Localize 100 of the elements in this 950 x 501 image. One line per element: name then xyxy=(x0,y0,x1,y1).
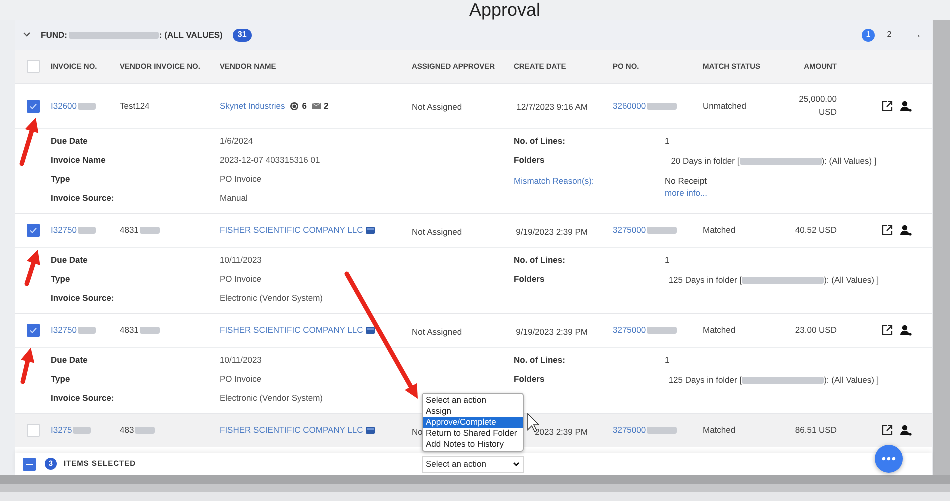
checkbox[interactable] xyxy=(23,458,36,470)
detail-value: No Receipt xyxy=(665,176,708,187)
detail-label: No. of Lines: xyxy=(514,355,566,366)
envelope-icon xyxy=(312,103,321,109)
table-cell: 4831 xyxy=(120,324,139,337)
user-icon[interactable] xyxy=(900,425,912,436)
redacted-text xyxy=(647,102,678,110)
user-icon[interactable] xyxy=(900,100,912,112)
annotation-arrow xyxy=(24,250,40,286)
table-cell: Test124 xyxy=(120,100,150,112)
open-external-icon[interactable] xyxy=(882,100,893,112)
menu-option[interactable]: Add Notes to History xyxy=(423,439,523,450)
table-cell: Not Assigned xyxy=(412,226,462,236)
dots-icon xyxy=(881,456,897,462)
po-link[interactable]: 3275000 xyxy=(613,424,646,437)
table-cell: 9/19/2023 2:39 PM xyxy=(516,226,588,236)
table-cell: 9/19/2023 2:39 PM xyxy=(516,326,588,336)
detail-value: PO Invoice xyxy=(220,274,262,285)
detail-label: Due Date xyxy=(51,355,88,366)
table-cell-text: Matched xyxy=(703,424,737,437)
detail-value: 1 xyxy=(665,355,670,366)
detail-label: No. of Lines: xyxy=(514,255,566,266)
detail-label: Invoice Source: xyxy=(51,393,114,404)
detail-value: 125 Days in folder [ xyxy=(668,275,742,285)
table-cell-text: Unmatched xyxy=(703,100,748,112)
more-info-link[interactable]: more info... xyxy=(665,188,708,199)
check-icon xyxy=(28,102,38,110)
table-cell-text: Matched xyxy=(703,324,737,337)
count-text: 6 xyxy=(302,100,307,112)
action-select[interactable]: Select an action xyxy=(422,456,524,473)
po-link[interactable]: 3260000 xyxy=(613,100,646,112)
detail-value: 125 Days in folder [ xyxy=(668,375,742,385)
user-icon[interactable] xyxy=(900,325,912,336)
count-text: 2 xyxy=(324,100,329,112)
detail-value: 1/6/2024 xyxy=(220,136,254,147)
chat-button[interactable] xyxy=(875,445,903,473)
open-external-icon[interactable] xyxy=(882,325,893,336)
chevron-icon xyxy=(513,462,520,467)
po-link[interactable]: 3275000 xyxy=(613,324,646,337)
table-cell-text: 86.51 USD xyxy=(794,424,837,437)
invoice-link[interactable]: I3275 xyxy=(51,424,72,437)
detail-label: Type xyxy=(51,274,70,285)
detail-label: Mismatch Reason(s): xyxy=(514,176,594,187)
invoice-link[interactable]: I32750 xyxy=(51,224,77,237)
detail-value: ): (All Values) ] xyxy=(824,275,880,285)
checkbox[interactable] xyxy=(26,60,40,73)
redacted-text xyxy=(78,227,96,234)
user-icon[interactable] xyxy=(900,225,912,236)
page-button[interactable]: 1 xyxy=(862,28,875,42)
table-cell: 12/7/2023 9:16 AM xyxy=(516,102,588,112)
coin-icon xyxy=(290,102,300,110)
menu-option[interactable]: Approve/Complete xyxy=(423,417,523,428)
annotation-arrow xyxy=(20,118,39,166)
vendor-link[interactable]: FISHER SCIENTIFIC COMPANY LLC xyxy=(220,224,364,237)
detail-value: 20 Days in folder [ xyxy=(671,156,740,166)
detail-label: Folders xyxy=(514,374,545,385)
redacted-text xyxy=(78,102,96,110)
next-page-button[interactable]: → xyxy=(912,28,922,42)
table-cell-text: 23.00 USD xyxy=(794,324,837,337)
table-cell: 483 xyxy=(120,424,134,437)
detail-label: Invoice Name xyxy=(51,155,106,166)
chevron-icon[interactable] xyxy=(23,32,31,38)
checkbox[interactable] xyxy=(26,324,40,337)
checkbox[interactable] xyxy=(26,224,40,237)
table-cell: Not Assigned xyxy=(412,326,462,336)
table-cell: Not Assigned xyxy=(412,102,462,112)
checkbox[interactable] xyxy=(26,100,40,112)
page-button[interactable]: 2 xyxy=(883,28,896,42)
redacted-text xyxy=(140,327,160,334)
vendor-link[interactable]: FISHER SCIENTIFIC COMPANY LLC xyxy=(220,324,364,337)
detail-value: PO Invoice xyxy=(220,374,262,385)
redacted-text xyxy=(140,227,160,234)
open-external-icon[interactable] xyxy=(882,225,893,236)
annotation-arrow xyxy=(20,348,35,384)
table-cell-text: 40.52 USD xyxy=(794,224,837,237)
redacted-text xyxy=(647,227,678,234)
redacted-text xyxy=(73,427,92,434)
detail-value: 10/11/2023 xyxy=(220,255,262,266)
card-icon xyxy=(366,227,376,234)
checkbox[interactable] xyxy=(26,424,40,437)
detail-label: No. of Lines: xyxy=(514,136,566,147)
menu-option[interactable]: Select an action xyxy=(423,395,523,406)
redacted-text xyxy=(135,427,156,434)
detail-value: 10/11/2023 xyxy=(220,355,262,366)
detail-value: PO Invoice xyxy=(220,174,262,185)
card-icon xyxy=(366,327,376,334)
vendor-link[interactable]: FISHER SCIENTIFIC COMPANY LLC xyxy=(220,424,364,437)
table-cell-text: Matched xyxy=(703,224,737,237)
detail-label: Folders xyxy=(514,274,545,285)
detail-label: Folders xyxy=(514,155,545,166)
menu-option[interactable]: Return to Shared Folder xyxy=(423,428,523,439)
scrollbar[interactable] xyxy=(933,20,950,475)
detail-label: Type xyxy=(51,374,70,385)
detail-value: 1 xyxy=(665,255,670,266)
open-external-icon[interactable] xyxy=(882,425,893,436)
po-link[interactable]: 3275000 xyxy=(613,224,646,237)
invoice-link[interactable]: I32750 xyxy=(51,324,77,337)
detail-value: Electronic (Vendor System) xyxy=(220,393,323,404)
invoice-link[interactable]: I32600 xyxy=(51,100,77,112)
vendor-link[interactable]: Skynet Industries xyxy=(220,100,286,112)
